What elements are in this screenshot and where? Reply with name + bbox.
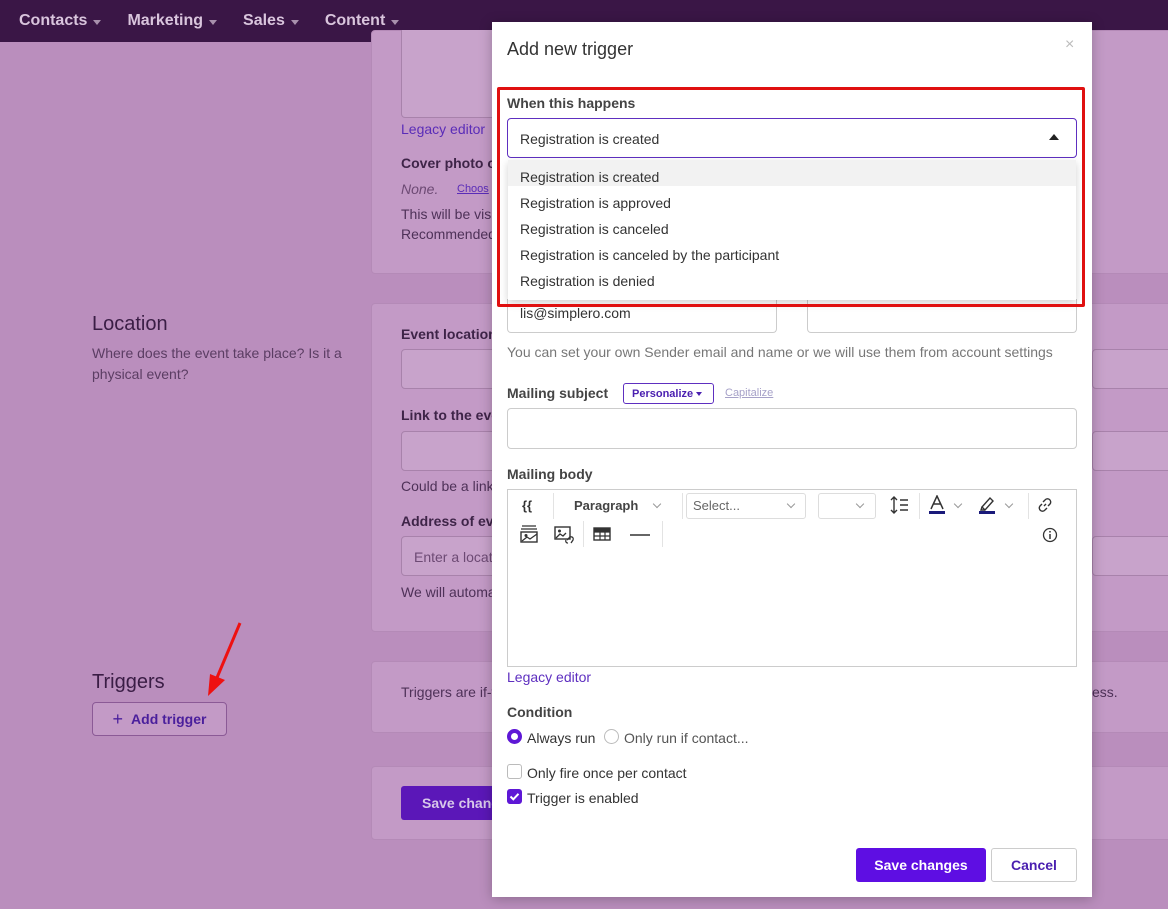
toolbar-divider	[682, 493, 683, 519]
address-help: We will automa	[401, 584, 496, 600]
toolbar-divider	[662, 521, 663, 547]
save-changes-button[interactable]: Save changes	[856, 848, 986, 882]
nav-sales-label: Sales	[243, 12, 285, 29]
address-placeholder: Enter a locati	[414, 549, 496, 565]
trigger-enabled-checkbox[interactable]	[507, 789, 522, 804]
add-trigger-button[interactable]: + Add trigger	[92, 702, 227, 736]
event-location-input-right[interactable]	[1092, 349, 1168, 389]
nav-sales[interactable]: Sales	[243, 12, 299, 30]
linked-image-icon[interactable]	[554, 525, 576, 545]
font-size-select[interactable]	[818, 493, 876, 519]
nav-content-label: Content	[324, 12, 386, 29]
location-title: Location	[92, 313, 168, 335]
nav-marketing[interactable]: Marketing	[127, 12, 218, 30]
toolbar-divider	[553, 493, 554, 519]
link-icon[interactable]	[1037, 497, 1053, 513]
always-run-radio[interactable]	[507, 729, 522, 744]
chevron-down-icon	[93, 19, 102, 25]
personalize-button[interactable]: Personalize	[623, 383, 714, 404]
highlight-color-icon[interactable]	[978, 495, 996, 515]
event-location-label: Event location	[401, 326, 497, 342]
body-label: Mailing body	[507, 466, 593, 482]
only-if-label: Only run if contact...	[624, 730, 749, 746]
cover-help-2: Recommended	[401, 226, 496, 242]
nav-content[interactable]: Content	[324, 12, 400, 30]
red-arrow-annotation	[208, 622, 242, 696]
chevron-down-icon	[290, 19, 299, 25]
check-icon	[509, 793, 520, 801]
sender-help: You can set your own Sender email and na…	[507, 344, 1053, 360]
address-label: Address of eve	[401, 513, 502, 529]
page-save-button[interactable]: Save chang	[401, 786, 501, 820]
fire-once-checkbox[interactable]	[507, 764, 522, 779]
close-icon[interactable]: ×	[1065, 36, 1074, 54]
subject-label: Mailing subject	[507, 385, 609, 401]
only-if-radio[interactable]	[604, 729, 619, 744]
chevron-down-icon	[652, 499, 662, 509]
capitalize-link[interactable]: Capitalize	[725, 387, 773, 399]
chevron-down-icon	[209, 19, 218, 25]
toolbar-divider	[583, 521, 584, 547]
always-run-label: Always run	[527, 730, 596, 746]
horizontal-rule-icon[interactable]	[629, 533, 651, 537]
link-help: Could be a link	[401, 478, 494, 494]
cancel-button[interactable]: Cancel	[991, 848, 1077, 882]
cover-help-1: This will be visi	[401, 206, 495, 222]
subject-input[interactable]	[507, 408, 1077, 449]
table-icon[interactable]	[593, 527, 611, 541]
legacy-editor-link-modal[interactable]: Legacy editor	[507, 669, 591, 685]
cover-photo-label: Cover photo o	[401, 155, 496, 171]
triggers-description-end: ess.	[1092, 684, 1118, 700]
link-input-right[interactable]	[1092, 431, 1168, 471]
plus-icon: +	[112, 708, 124, 729]
fire-once-label: Only fire once per contact	[527, 765, 687, 781]
trigger-enabled-label: Trigger is enabled	[527, 790, 639, 806]
condition-label: Condition	[507, 704, 573, 720]
add-trigger-label: Add trigger	[131, 711, 207, 727]
nav-contacts[interactable]: Contacts	[19, 12, 102, 30]
triggers-description-start: Triggers are if-t	[401, 684, 496, 700]
personalize-label: Personalize	[632, 388, 694, 400]
merge-tag-icon[interactable]: {{	[522, 498, 532, 513]
chevron-down-icon	[696, 392, 703, 397]
sender-email-value: lis@simplero.com	[520, 305, 631, 321]
chevron-down-icon	[953, 499, 963, 509]
font-select-value: Select...	[693, 498, 740, 513]
nav-marketing-label: Marketing	[127, 12, 204, 29]
image-icon[interactable]	[519, 524, 539, 544]
body-editor[interactable]: {{ Paragraph Select...	[507, 489, 1077, 667]
text-color-icon[interactable]	[928, 495, 946, 515]
chevron-down-icon	[1004, 499, 1014, 509]
toolbar-divider	[1028, 493, 1029, 519]
address-input-right[interactable]	[1092, 536, 1168, 576]
triggers-title: Triggers	[92, 671, 165, 693]
link-label: Link to the eve	[401, 407, 500, 423]
cover-choose-link[interactable]: Choos	[457, 183, 489, 195]
red-highlight-annotation	[497, 87, 1085, 307]
line-height-icon[interactable]	[890, 496, 910, 514]
info-icon[interactable]	[1042, 527, 1058, 543]
toolbar-divider	[919, 493, 920, 519]
chevron-down-icon	[391, 19, 400, 25]
nav-contacts-label: Contacts	[19, 12, 88, 29]
cover-none: None.	[401, 181, 439, 197]
modal-title: Add new trigger	[507, 39, 634, 59]
location-description: Where does the event take place? Is it a…	[92, 345, 342, 382]
paragraph-select[interactable]: Paragraph	[574, 498, 638, 513]
legacy-editor-link[interactable]: Legacy editor	[401, 121, 485, 137]
